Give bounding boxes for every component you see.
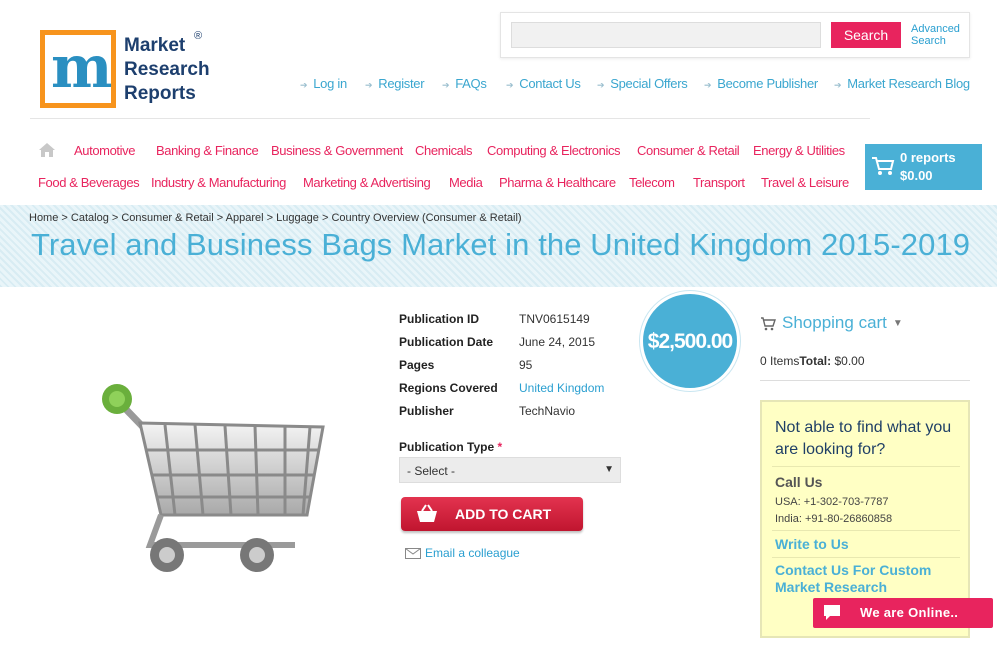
arrow-icon: ➔: [506, 80, 514, 90]
publisher-name: TechNavio: [519, 404, 576, 418]
pages-count: 95: [519, 358, 533, 372]
header-divider: [30, 118, 870, 119]
cart-total: $0.00: [900, 168, 933, 183]
shopping-cart-summary: 0 ItemsTotal: $0.00: [760, 354, 865, 368]
nav-become-publisher[interactable]: ➔ Become Publisher: [704, 76, 818, 91]
nav-special-offers[interactable]: ➔ Special Offers: [597, 76, 688, 91]
nav-market-research-blog[interactable]: ➔ Market Research Blog: [834, 76, 970, 91]
cart-icon: [761, 316, 776, 330]
publication-type-label: Publication Type *: [399, 440, 503, 454]
nav-contact-us[interactable]: ➔ Contact Us: [506, 76, 581, 91]
nav-faqs[interactable]: ➔ FAQs: [442, 76, 487, 91]
nav-log-in[interactable]: ➔ Log in: [300, 76, 347, 91]
email-colleague-link[interactable]: Email a colleague: [405, 546, 520, 560]
category-travel-leisure[interactable]: Travel & Leisure: [761, 175, 849, 190]
search-panel: Search Advanced Search: [500, 12, 970, 58]
cart-divider: [760, 380, 970, 381]
live-chat-widget[interactable]: We are Online..: [813, 598, 993, 628]
search-input[interactable]: [511, 22, 821, 48]
required-mark: *: [497, 440, 503, 454]
title-banner: Home > Catalog > Consumer & Retail > App…: [0, 205, 997, 287]
category-automotive[interactable]: Automotive: [74, 143, 135, 158]
registered-mark: ®: [194, 30, 203, 42]
basket-icon: [417, 504, 437, 522]
category-banking-finance[interactable]: Banking & Finance: [156, 143, 259, 158]
write-to-us-link[interactable]: Write to Us: [775, 536, 965, 553]
header-cart-summary[interactable]: 0 reports $0.00: [865, 144, 982, 190]
category-computing-electronics[interactable]: Computing & Electronics: [487, 143, 621, 158]
arrow-icon: ➔: [834, 80, 842, 90]
phone-usa: USA: +1-302-703-7787: [775, 496, 889, 508]
call-us-heading: Call Us: [775, 474, 823, 490]
advanced-search-link[interactable]: Advanced Search: [911, 23, 971, 47]
breadcrumb-apparel[interactable]: Apparel: [226, 212, 264, 224]
category-marketing-advertising[interactable]: Marketing & Advertising: [303, 175, 431, 190]
logo-wordmark: Market Research Reports: [124, 35, 210, 104]
site-logo[interactable]: m Market Research Reports ®: [40, 28, 215, 110]
cart-count: 0 reports: [900, 150, 956, 165]
logo-mark: m: [40, 30, 116, 108]
nav-register[interactable]: ➔ Register: [365, 76, 425, 91]
arrow-icon: ➔: [300, 80, 308, 90]
category-pharma-healthcare[interactable]: Pharma & Healthcare: [499, 175, 616, 190]
category-energy-utilities[interactable]: Energy & Utilities: [753, 143, 845, 158]
page-title: Travel and Business Bags Market in the U…: [31, 227, 971, 262]
search-button[interactable]: Search: [831, 22, 901, 48]
phone-india: India: +91-80-26860858: [775, 513, 893, 525]
arrow-icon: ➔: [704, 80, 712, 90]
region-link[interactable]: United Kingdom: [519, 381, 604, 395]
arrow-icon: ➔: [442, 80, 450, 90]
category-transport[interactable]: Transport: [693, 175, 745, 190]
product-cart-image: [102, 384, 325, 572]
arrow-icon: ➔: [365, 80, 373, 90]
category-food-beverages[interactable]: Food & Beverages: [38, 175, 140, 190]
category-industry-manufacturing[interactable]: Industry & Manufacturing: [151, 175, 286, 190]
category-telecom[interactable]: Telecom: [629, 175, 675, 190]
add-to-cart-button[interactable]: ADD TO CART: [401, 497, 583, 531]
cart-icon: [872, 157, 895, 175]
category-business-government[interactable]: Business & Government: [271, 143, 403, 158]
shopping-cart-heading[interactable]: Shopping cart ▼: [760, 313, 903, 333]
breadcrumb-current: Country Overview (Consumer & Retail): [331, 212, 522, 224]
publication-type-select[interactable]: - Select - ▼: [399, 457, 621, 483]
breadcrumb-consumer-retail[interactable]: Consumer & Retail: [121, 212, 213, 224]
breadcrumb-catalog[interactable]: Catalog: [71, 212, 109, 224]
chevron-down-icon: ▼: [892, 318, 903, 330]
price-badge: $2,500.00: [640, 291, 740, 391]
help-question: Not able to find what you are looking fo…: [775, 419, 952, 458]
breadcrumb-luggage[interactable]: Luggage: [276, 212, 319, 224]
breadcrumb-home[interactable]: Home: [29, 212, 58, 224]
category-chemicals[interactable]: Chemicals: [415, 143, 472, 158]
arrow-icon: ➔: [597, 80, 605, 90]
breadcrumb: Home > Catalog > Consumer & Retail > App…: [29, 212, 522, 224]
category-consumer-retail[interactable]: Consumer & Retail: [637, 143, 740, 158]
custom-research-link[interactable]: Contact Us For Custom Market Research: [775, 562, 965, 596]
envelope-icon: [405, 548, 421, 560]
chat-bubble-icon: [824, 605, 840, 620]
home-icon[interactable]: [38, 142, 56, 158]
publication-date: June 24, 2015: [519, 335, 596, 349]
publication-id: TNV0615149: [519, 312, 590, 326]
dropdown-caret-icon: ▼: [604, 464, 614, 475]
category-media[interactable]: Media: [449, 175, 483, 190]
